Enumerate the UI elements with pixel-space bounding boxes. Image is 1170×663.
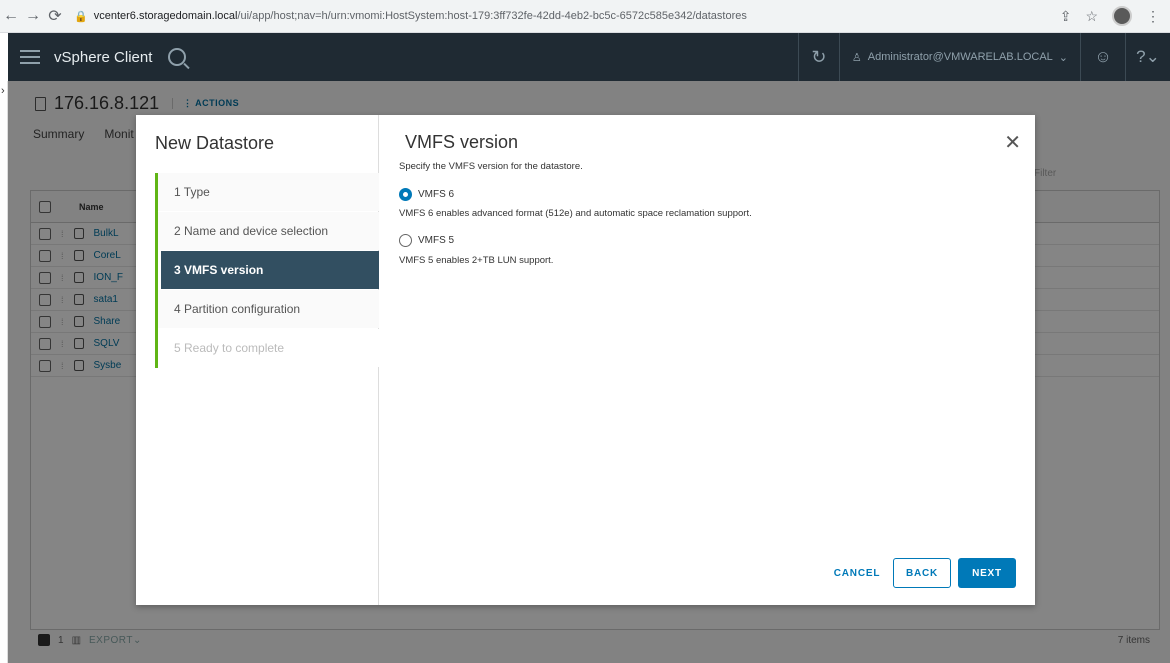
wizard-step-ready: 5 Ready to complete: [158, 329, 379, 367]
url-path: /ui/app/host;nav=h/urn:vmomi:HostSystem:…: [237, 10, 747, 22]
wizard-step-partition[interactable]: 4 Partition configuration: [158, 290, 379, 328]
vmfs5-option[interactable]: VMFS 5: [399, 234, 454, 247]
back-button[interactable]: BACK: [893, 558, 951, 588]
wizard-title: New Datastore: [155, 133, 275, 153]
profile-avatar[interactable]: [1112, 6, 1132, 26]
close-icon[interactable]: ✕: [1004, 133, 1021, 153]
sidebar-toggle[interactable]: ›: [0, 81, 8, 663]
address-bar[interactable]: 🔒 vcenter6.storagedomain.local /ui/app/h…: [74, 5, 1060, 27]
next-button[interactable]: NEXT: [958, 558, 1016, 588]
reload-icon[interactable]: ⟳: [44, 6, 66, 26]
feedback-smiley-icon[interactable]: ☺: [1081, 47, 1125, 67]
refresh-icon[interactable]: ↻: [799, 47, 839, 68]
vmfs6-option[interactable]: VMFS 6: [399, 188, 454, 201]
share-icon[interactable]: ⇪: [1060, 8, 1072, 25]
menu-icon[interactable]: [20, 50, 40, 64]
wizard-steps: 1 Type 2 Name and device selection 3 VMF…: [155, 173, 379, 368]
vmfs6-help: VMFS 6 enables advanced format (512e) an…: [399, 208, 752, 219]
wizard-step-vmfs-version[interactable]: 3 VMFS version: [161, 251, 379, 289]
cancel-button[interactable]: CANCEL: [825, 558, 889, 588]
wizard-step-name-device[interactable]: 2 Name and device selection: [158, 212, 379, 250]
browser-menu-icon[interactable]: ⋮: [1146, 8, 1160, 25]
back-arrow-icon[interactable]: ←: [0, 7, 22, 25]
user-name: Administrator@VMWARELAB.LOCAL: [867, 51, 1053, 63]
chevron-down-icon: ⌄: [1058, 51, 1068, 64]
bookmark-star-icon[interactable]: ☆: [1085, 8, 1098, 25]
vmfs5-radio[interactable]: [399, 234, 412, 247]
user-menu[interactable]: ♙ Administrator@VMWARELAB.LOCAL ⌄: [840, 51, 1080, 64]
vmfs5-label[interactable]: VMFS 5: [418, 235, 454, 246]
search-icon[interactable]: [168, 48, 187, 66]
browser-toolbar: ← → ⟳ 🔒 vcenter6.storagedomain.local /ui…: [0, 0, 1170, 33]
lock-icon: 🔒: [74, 10, 88, 23]
wizard-step-type[interactable]: 1 Type: [158, 173, 379, 211]
app-title: vSphere Client: [54, 48, 153, 66]
wizard-content: VMFS version ✕ Specify the VMFS version …: [379, 115, 1035, 605]
help-icon[interactable]: ?⌄: [1126, 47, 1170, 67]
chevron-right-icon: ›: [1, 85, 5, 97]
vmfs6-radio[interactable]: [399, 188, 412, 201]
url-host: vcenter6.storagedomain.local: [93, 10, 238, 22]
new-datastore-dialog: New Datastore 1 Type 2 Name and device s…: [136, 115, 1035, 605]
content-title: VMFS version: [405, 132, 519, 152]
forward-arrow-icon[interactable]: →: [22, 7, 44, 25]
vmfs5-help: VMFS 5 enables 2+TB LUN support.: [399, 255, 554, 266]
content-description: Specify the VMFS version for the datasto…: [399, 161, 583, 172]
wizard-nav: New Datastore 1 Type 2 Name and device s…: [136, 115, 379, 605]
app-header: vSphere Client ↻ ♙ Administrator@VMWAREL…: [8, 33, 1170, 81]
user-icon: ♙: [851, 51, 862, 64]
vmfs6-label[interactable]: VMFS 6: [418, 189, 454, 200]
